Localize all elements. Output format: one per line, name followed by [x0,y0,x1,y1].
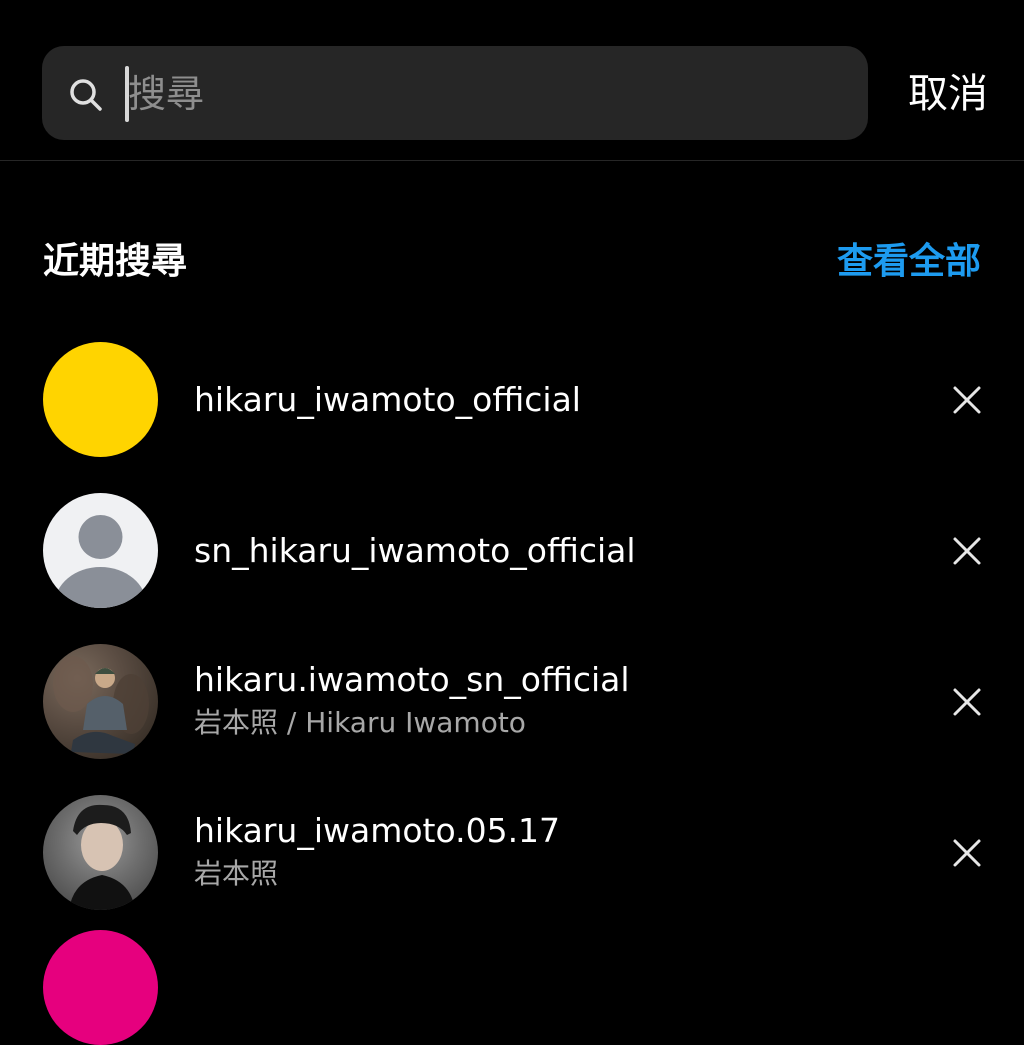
default-person-icon [54,515,147,608]
username: hikaru_iwamoto.05.17 [194,811,561,850]
full-name: 岩本照 / Hikaru Iwamoto [194,706,526,739]
username: hikaru.iwamoto_sn_official [194,660,630,699]
avatar [43,644,158,759]
portrait-photo-icon [69,804,135,910]
search-icon [70,79,102,111]
list-item[interactable]: sn_hikaru_iwamoto_official [0,493,1024,643]
full-name: 岩本照 [194,857,279,890]
close-icon[interactable] [947,833,987,873]
list-item[interactable]: hikaru_iwamoto.05.17 岩本照 [0,795,1024,945]
header-divider [0,160,1024,161]
see-all-link[interactable]: 查看全部 [837,238,981,286]
close-icon[interactable] [947,531,987,571]
list-item[interactable]: hikaru_iwamoto_official [0,342,1024,492]
search-input[interactable] [128,64,828,124]
list-item[interactable]: hikaru.iwamoto_sn_official 岩本照 / Hikaru … [0,644,1024,794]
username: sn_hikaru_iwamoto_official [194,531,636,570]
username: hikaru_iwamoto_official [194,380,581,419]
person-photo-icon [53,656,149,754]
cancel-button[interactable]: 取消 [908,68,988,120]
avatar [43,795,158,910]
avatar [43,930,158,1045]
avatar [43,493,158,608]
close-icon[interactable] [947,682,987,722]
recent-searches-title: 近期搜尋 [43,241,188,282]
avatar [43,342,158,457]
close-icon[interactable] [947,380,987,420]
